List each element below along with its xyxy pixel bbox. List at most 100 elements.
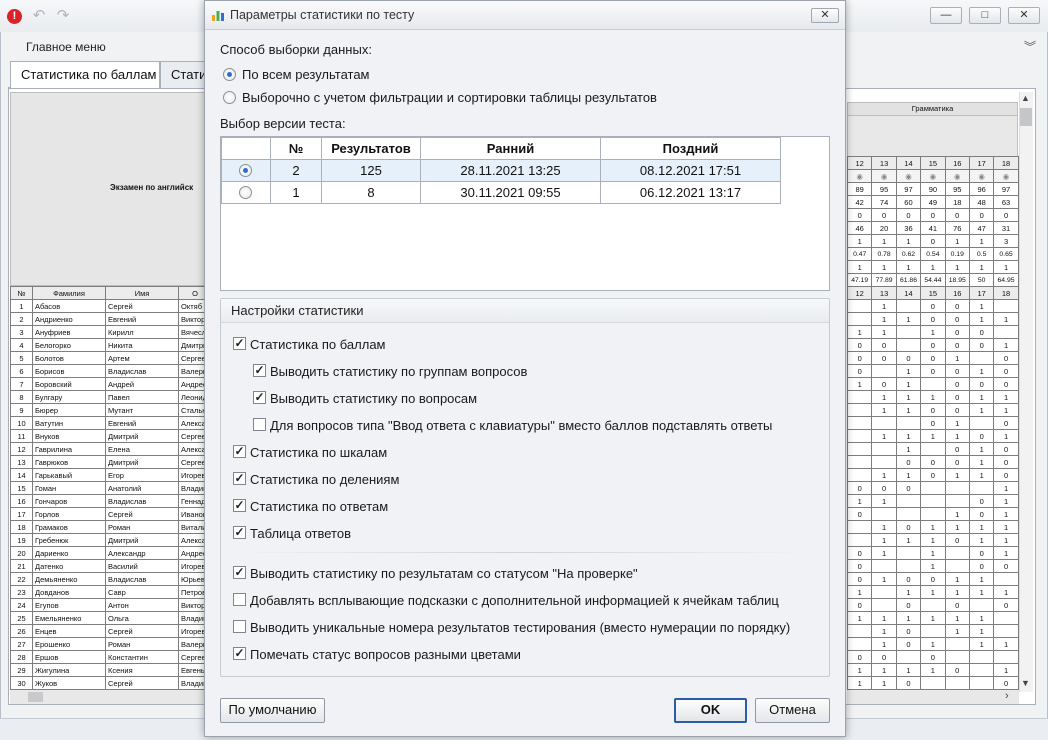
horizontal-scrollbar[interactable]	[847, 690, 1019, 704]
table-row[interactable]: 16 Гончаров Владислав Геннад	[10, 494, 213, 508]
cancel-button[interactable]: Отмена	[755, 698, 830, 723]
table-row[interactable]: 111101	[846, 663, 1019, 677]
checkbox-under-review[interactable]	[233, 566, 246, 579]
table-row[interactable]: 9 Бюрер Мутант Стальн	[10, 403, 213, 417]
table-row[interactable]: 89 95 97 90 95 96 97	[846, 182, 1019, 196]
table-row[interactable]: 25 Емельяненко Ольга Владим	[10, 611, 213, 625]
checkbox-keyboard-answers-label[interactable]: Для вопросов типа "Ввод ответа с клавиат…	[270, 418, 772, 433]
table-row[interactable]: 2 Андриенко Евгений Виктор	[10, 312, 213, 326]
table-row[interactable]: 010010	[846, 364, 1019, 378]
checkbox-unique-numbers[interactable]	[233, 620, 246, 633]
minimize-button[interactable]: —	[930, 7, 962, 24]
table-row[interactable]: 15 Гоман Анатолий Владим	[10, 481, 213, 495]
table-row[interactable]: 19 Гребенюк Дмитрий Алекса	[10, 533, 213, 547]
table-row[interactable]: 0001	[846, 481, 1019, 495]
table-row[interactable]: 22 Демьяненко Владислав Юрьеви	[10, 572, 213, 586]
table-row[interactable]: 20 Дариенко Александр Андрее	[10, 546, 213, 560]
table-row[interactable]: 111011	[846, 533, 1019, 547]
checkbox-answer-table[interactable]	[233, 526, 246, 539]
table-row[interactable]: 111011	[846, 390, 1019, 404]
row-selector[interactable]	[221, 181, 271, 204]
checkbox-keyboard-answers[interactable]	[253, 418, 266, 431]
table-row[interactable]: 14 Гарькавый Егор Игорев	[10, 468, 213, 482]
table-row[interactable]: 000	[846, 650, 1019, 664]
column-header[interactable]: Ранний	[420, 137, 601, 160]
checkbox-question-groups[interactable]	[253, 364, 266, 377]
table-row[interactable]: 0000000	[846, 208, 1019, 222]
column-header[interactable]: Поздний	[600, 137, 781, 160]
table-row[interactable]: 000001	[846, 338, 1019, 352]
chevron-down-icon[interactable]: ︾	[1024, 38, 1036, 55]
table-row[interactable]: 27 Ерошенко Роман Валери	[10, 637, 213, 651]
checkbox-questions[interactable]	[253, 391, 266, 404]
table-row[interactable]: 8 Булгару Павел Леонид	[10, 390, 213, 404]
table-row[interactable]: 12 13 14 15 16 17 18	[846, 286, 1019, 300]
table-row[interactable]: 3 Ануфриев Кирилл Вячесл	[10, 325, 213, 339]
table-row[interactable]: 17 Горлов Сергей Иванов	[10, 507, 213, 521]
table-row[interactable]: 42 74 60 49 18 48 63	[846, 195, 1019, 209]
scroll-right-icon[interactable]: ›	[1005, 690, 1009, 702]
table-row[interactable]: 1101	[846, 494, 1019, 508]
table-row[interactable]: 4 Белогорко Никита Дмитри	[10, 338, 213, 352]
table-row[interactable]: ◉ ◉ ◉ ◉ ◉ ◉ ◉	[846, 169, 1019, 183]
table-row[interactable]: 110110	[846, 468, 1019, 482]
table-row[interactable]: 010011	[846, 572, 1019, 586]
table-row[interactable]: 5 Болотов Артем Сергее	[10, 351, 213, 365]
scroll-up-icon[interactable]: ▲	[1021, 93, 1030, 103]
versions-table[interactable]: № Результатов Ранний Поздний 2 125 28.11…	[221, 137, 781, 204]
table-row[interactable]: 18 Грамаков Роман Витали	[10, 520, 213, 534]
column-header[interactable]: №	[270, 137, 322, 160]
table-row[interactable]: 110011	[846, 403, 1019, 417]
checkbox-question-groups-label[interactable]: Выводить статистику по группам вопросов	[270, 364, 527, 379]
maximize-button[interactable]: □	[969, 7, 1001, 24]
checkbox-unique-numbers-label[interactable]: Выводить уникальные номера результатов т…	[250, 620, 790, 635]
table-row[interactable]: 1011	[846, 624, 1019, 638]
table-row[interactable]: 0100	[846, 559, 1019, 573]
table-row[interactable]: 21 Датенко Василий Игорев	[10, 559, 213, 573]
table-row[interactable]: 110011	[846, 312, 1019, 326]
checkbox-score-stats[interactable]	[233, 337, 246, 350]
table-row[interactable]: 29 Жигулина Ксения Евгень	[10, 663, 213, 677]
table-row[interactable]: 01101	[846, 546, 1019, 560]
checkbox-scale-stats-label[interactable]: Статистика по шкалам	[250, 445, 387, 460]
ok-button[interactable]: OK	[674, 698, 747, 723]
row-selector[interactable]	[221, 159, 271, 182]
checkbox-questions-label[interactable]: Выводить статистику по вопросам	[270, 391, 477, 406]
version-row[interactable]: 2 125 28.11.2021 13:25 08.12.2021 17:51	[221, 159, 781, 182]
scrollbar-thumb[interactable]	[1020, 108, 1032, 126]
radio-all-results[interactable]	[223, 68, 236, 81]
tab-stats-second[interactable]: Стати	[160, 61, 210, 88]
table-row[interactable]: 1 Абасов Сергей Октяб	[10, 299, 213, 313]
table-row[interactable]: 46 20 36 41 76 47 31	[846, 221, 1019, 235]
checkbox-status-colors[interactable]	[233, 647, 246, 660]
table-row[interactable]: 0101	[846, 507, 1019, 521]
table-row[interactable]: 30 Жуков Сергей Владим	[10, 676, 213, 690]
table-row[interactable]: 101000	[846, 377, 1019, 391]
checkbox-answer-stats-label[interactable]: Статистика по ответам	[250, 499, 388, 514]
table-row[interactable]: 1100	[846, 676, 1019, 690]
checkbox-division-stats-label[interactable]: Статистика по делениям	[250, 472, 399, 487]
table-row[interactable]: 00010	[846, 455, 1019, 469]
table-row[interactable]: 10 Ватутин Евгений Алекса	[10, 416, 213, 430]
table-row[interactable]: 26 Енцев Сергей Игорев	[10, 624, 213, 638]
table-row[interactable]: 111101	[846, 429, 1019, 443]
main-menu-button[interactable]: Главное меню	[26, 40, 106, 54]
table-row[interactable]: 11 Внуков Дмитрий Сергее	[10, 429, 213, 443]
app-icon[interactable]: !	[7, 9, 22, 24]
checkbox-tooltips[interactable]	[233, 593, 246, 606]
close-window-button[interactable]: ✕	[1008, 7, 1040, 24]
version-radio[interactable]	[239, 186, 252, 199]
table-row[interactable]: 0.47 0.78 0.62 0.54 0.19 0.5 0.65	[846, 247, 1019, 261]
table-row[interactable]: 28 Ершов Константин Сергее	[10, 650, 213, 664]
table-row[interactable]: 111111	[846, 585, 1019, 599]
table-row[interactable]: 010	[846, 416, 1019, 430]
table-row[interactable]: 6 Борисов Владислав Валери	[10, 364, 213, 378]
table-row[interactable]: 1110113	[846, 234, 1019, 248]
table-row[interactable]: 11100	[846, 325, 1019, 339]
default-button[interactable]: По умолчанию	[220, 698, 325, 723]
table-row[interactable]: 24 Егупов Антон Виктор	[10, 598, 213, 612]
version-radio[interactable]	[239, 164, 252, 177]
table-row[interactable]: 1001	[846, 299, 1019, 313]
radio-all-results-label[interactable]: По всем результатам	[242, 67, 370, 82]
checkbox-under-review-label[interactable]: Выводить статистику по результатам со ст…	[250, 566, 638, 581]
